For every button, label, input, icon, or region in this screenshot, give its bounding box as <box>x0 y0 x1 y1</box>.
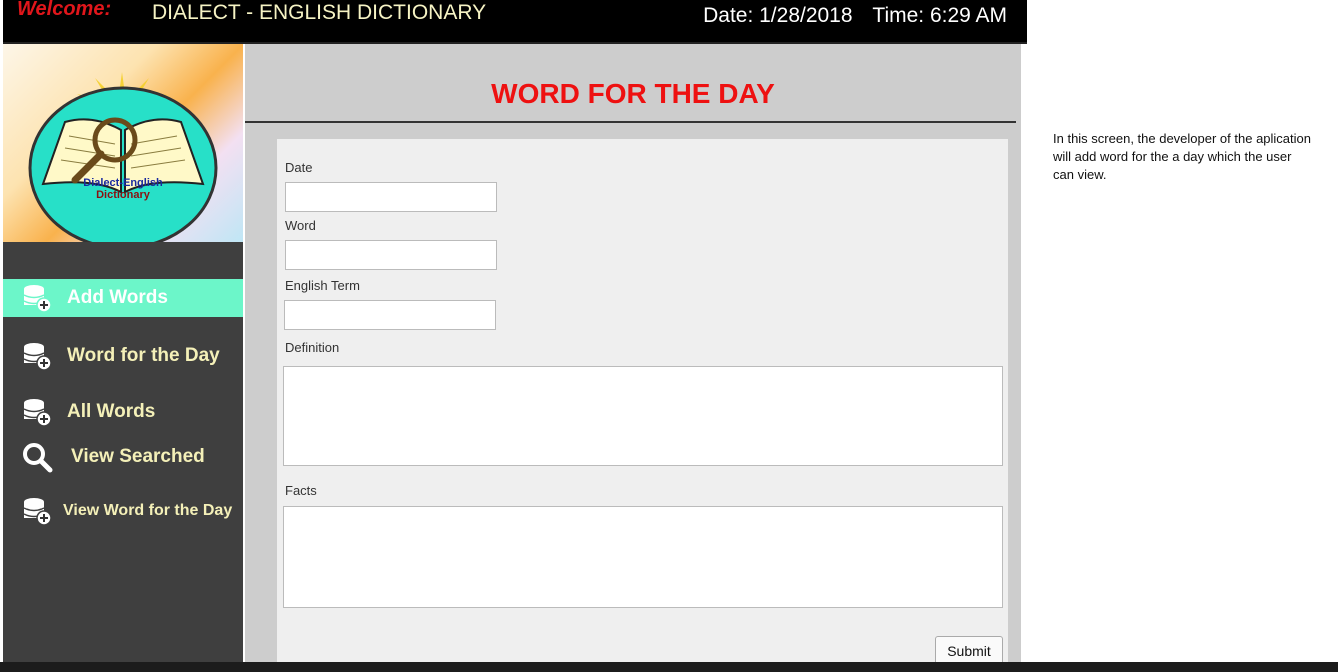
logo-line1: Dialect-English <box>83 177 163 189</box>
definition-label: Definition <box>285 340 340 355</box>
search-icon <box>19 440 55 474</box>
sidebar-item-add-words[interactable]: Add Words <box>3 279 243 317</box>
date-display: Date: 1/28/2018 <box>703 4 853 27</box>
facts-textarea[interactable] <box>283 506 1003 608</box>
datetime: Date: 1/28/2018 Time: 6:29 AM <box>703 4 1007 28</box>
english-term-label: English Term <box>285 278 360 293</box>
logo: Dialect-English Dictionary <box>3 44 243 242</box>
app-title: DIALECT - ENGLISH DICTIONARY <box>152 1 487 24</box>
english-term-input[interactable] <box>284 300 496 330</box>
main-content: WORD FOR THE DAY Date Word English Term … <box>245 44 1021 672</box>
definition-textarea[interactable] <box>283 366 1003 466</box>
sidebar-item-label: View Word for the Day <box>63 502 233 519</box>
date-label: Date <box>285 160 313 175</box>
sidebar-item-label: View Searched <box>71 446 205 467</box>
time-display: Time: 6:29 AM <box>872 4 1007 27</box>
sidebar: Dialect-English Dictionary Add Words Wor… <box>3 44 243 672</box>
date-input[interactable] <box>285 182 497 212</box>
word-label: Word <box>285 218 316 233</box>
database-add-icon <box>19 339 55 373</box>
facts-label: Facts <box>285 483 317 498</box>
word-form: Date Word English Term Definition Facts … <box>277 139 1008 672</box>
sidebar-item-word-for-the-day[interactable]: Word for the Day <box>3 336 243 376</box>
database-add-icon <box>19 395 55 429</box>
database-add-icon <box>19 281 55 315</box>
sidebar-item-all-words[interactable]: All Words <box>3 392 243 432</box>
welcome-label: Welcome: <box>17 0 112 20</box>
title-divider <box>245 121 1016 123</box>
sidebar-item-label: All Words <box>67 401 156 422</box>
sidebar-item-view-searched[interactable]: View Searched <box>3 437 243 477</box>
sidebar-item-label: Word for the Day <box>67 345 220 366</box>
logo-line2: Dictionary <box>96 189 151 201</box>
word-input[interactable] <box>285 240 497 270</box>
dictionary-logo-icon: Dialect-English Dictionary <box>28 72 218 242</box>
app-window: Welcome: DIALECT - ENGLISH DICTIONARY Da… <box>3 0 1027 672</box>
database-add-icon <box>19 494 55 528</box>
sidebar-item-view-word-for-the-day[interactable]: View Word for the Day <box>3 491 243 531</box>
top-bar: Welcome: DIALECT - ENGLISH DICTIONARY Da… <box>3 0 1027 44</box>
taskbar <box>0 662 1338 672</box>
sidebar-item-label: Add Words <box>67 287 168 308</box>
page-title: WORD FOR THE DAY <box>491 78 775 109</box>
annotation-note: In this screen, the developer of the apl… <box>1053 131 1311 182</box>
